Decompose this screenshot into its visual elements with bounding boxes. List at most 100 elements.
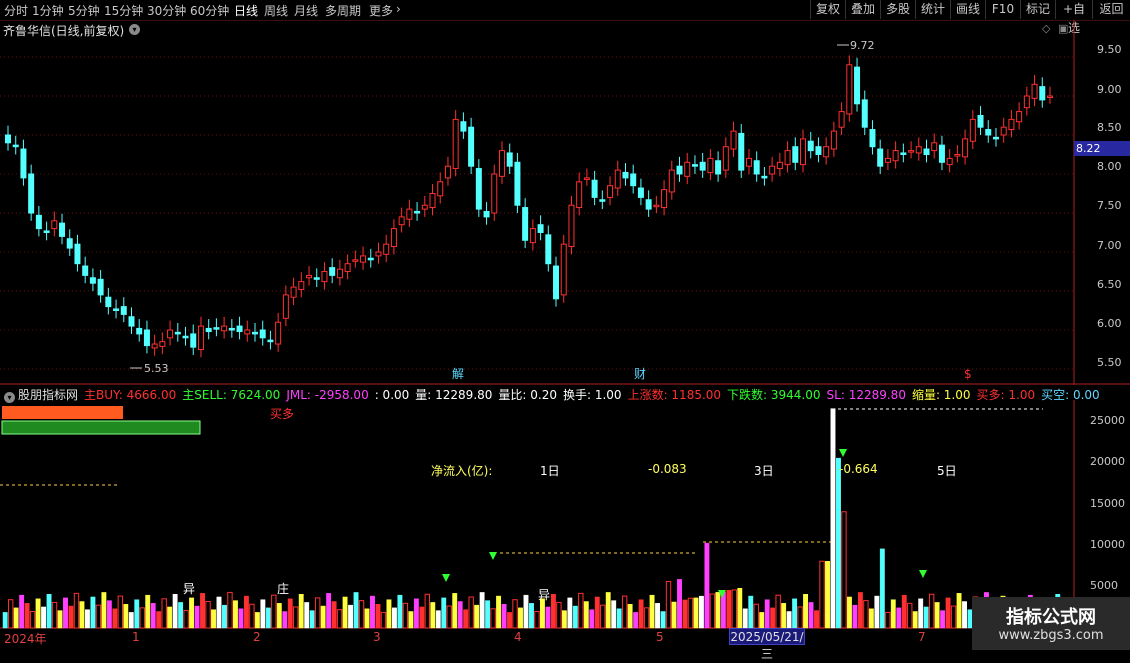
volume-bar xyxy=(857,592,863,629)
date-cursor: 2025/05/21/三 xyxy=(729,628,805,661)
volume-bar xyxy=(627,603,633,629)
period-tab-4[interactable]: 30分钟 xyxy=(147,2,186,19)
candle-body xyxy=(854,66,861,105)
event-marker[interactable]: 财 xyxy=(634,367,646,381)
volume-bar xyxy=(885,611,891,629)
volume-bar xyxy=(934,602,940,629)
period-tab-2[interactable]: 5分钟 xyxy=(68,2,100,19)
event-marker[interactable]: 解 xyxy=(452,367,464,381)
volume-bar xyxy=(687,597,694,629)
volume-bar xyxy=(825,561,830,629)
candle-body xyxy=(769,165,776,175)
candle-body xyxy=(251,331,258,335)
candle-body xyxy=(28,173,35,214)
event-marker[interactable]: $ xyxy=(964,367,972,381)
candle-body xyxy=(807,140,814,152)
candle-body xyxy=(1039,86,1046,101)
period-tab-7[interactable]: 周线 xyxy=(264,2,288,19)
candle-body xyxy=(475,168,482,210)
volume-bar xyxy=(600,604,606,629)
volume-bar xyxy=(523,594,529,629)
volume-bar xyxy=(205,601,211,629)
period-tab-1[interactable]: 1分钟 xyxy=(32,2,64,19)
volume-bar xyxy=(863,600,869,629)
toolbar-action-6[interactable]: 标记 xyxy=(1020,0,1055,19)
candle-body xyxy=(583,177,590,180)
candle-body xyxy=(375,251,382,257)
volume-bar xyxy=(123,603,129,629)
volume-bar xyxy=(84,609,90,629)
volume-bar xyxy=(46,594,52,629)
down-arrow-icon xyxy=(489,552,497,560)
bar-marker: 庄 xyxy=(277,581,289,596)
toolbar-action-2[interactable]: 多股 xyxy=(880,0,915,19)
volume-bar xyxy=(814,610,819,629)
toolbar-action-1[interactable]: 叠加 xyxy=(845,0,880,19)
candle-body xyxy=(630,173,637,187)
candlestick-chart[interactable]: 9.72 5.53 解 财 $ xyxy=(0,20,1130,405)
volume-axis-label: 20000 xyxy=(1090,455,1125,468)
volume-bar xyxy=(611,600,617,629)
volume-bar xyxy=(19,594,25,629)
period-tab-6[interactable]: 日线 xyxy=(234,2,258,19)
volume-bar xyxy=(556,601,562,629)
candle-body xyxy=(259,329,266,339)
toolbar-action-7[interactable]: +自选 xyxy=(1055,0,1092,35)
toolbar-action-8[interactable]: 返回 xyxy=(1092,0,1130,19)
toolbar-action-3[interactable]: 统计 xyxy=(915,0,950,19)
period-tab-10[interactable]: 更多 xyxy=(369,2,393,19)
volume-bar xyxy=(501,603,507,629)
volume-bar xyxy=(57,610,63,629)
low-price-label: 5.53 xyxy=(144,362,169,375)
period-tab-8[interactable]: 月线 xyxy=(294,2,318,19)
volume-bar xyxy=(550,594,556,629)
candle-body xyxy=(676,165,683,175)
toolbar-action-4[interactable]: 画线 xyxy=(950,0,985,19)
candle-body xyxy=(992,136,999,140)
candle-body xyxy=(236,325,243,333)
volume-bar xyxy=(485,600,491,629)
volume-bar xyxy=(545,606,551,629)
candle-body xyxy=(830,130,837,150)
toolbar-action-5[interactable]: F10 xyxy=(985,0,1020,19)
volume-chart[interactable]: 异庄异 xyxy=(0,400,1130,630)
toolbar-action-0[interactable]: 复权 xyxy=(810,0,845,19)
volume-bar xyxy=(512,599,518,629)
volume-bar xyxy=(852,604,858,629)
day3-value: -0.664 xyxy=(839,462,878,476)
day3-label: 3日 xyxy=(754,464,774,478)
volume-bar xyxy=(95,604,102,629)
volume-bar xyxy=(874,595,880,629)
down-arrow-icon xyxy=(839,449,847,457)
candle-body xyxy=(429,193,436,209)
candle-body xyxy=(962,138,969,158)
volume-bar xyxy=(249,603,255,629)
volume-bar xyxy=(145,594,151,629)
period-tab-5[interactable]: 60分钟 xyxy=(190,2,229,19)
down-arrow-icon xyxy=(919,570,927,578)
period-tab-9[interactable]: 多周期 xyxy=(325,2,361,19)
candle-body xyxy=(159,341,166,347)
volume-bar xyxy=(90,596,96,629)
candle-body xyxy=(1000,126,1007,136)
candle-body xyxy=(205,327,212,333)
chevron-right-icon[interactable]: › xyxy=(396,2,401,16)
volume-bar xyxy=(578,592,584,629)
volume-bar xyxy=(836,457,841,629)
period-tab-0[interactable]: 分时 xyxy=(4,2,28,19)
volume-bar xyxy=(962,601,967,629)
period-tab-3[interactable]: 15分钟 xyxy=(104,2,143,19)
price-axis-label: 8.00 xyxy=(1097,160,1122,173)
candle-body xyxy=(730,130,737,150)
net-inflow-label: 净流入(亿): xyxy=(431,464,493,478)
volume-bar xyxy=(336,609,343,629)
volume-bar xyxy=(276,603,282,629)
volume-bar xyxy=(759,612,765,629)
volume-bar xyxy=(633,612,639,629)
volume-bar xyxy=(671,601,677,629)
candle-body xyxy=(923,148,930,155)
candle-body xyxy=(182,335,189,339)
candle-body xyxy=(684,161,691,177)
candle-body xyxy=(59,222,66,237)
candle-body xyxy=(306,274,313,279)
